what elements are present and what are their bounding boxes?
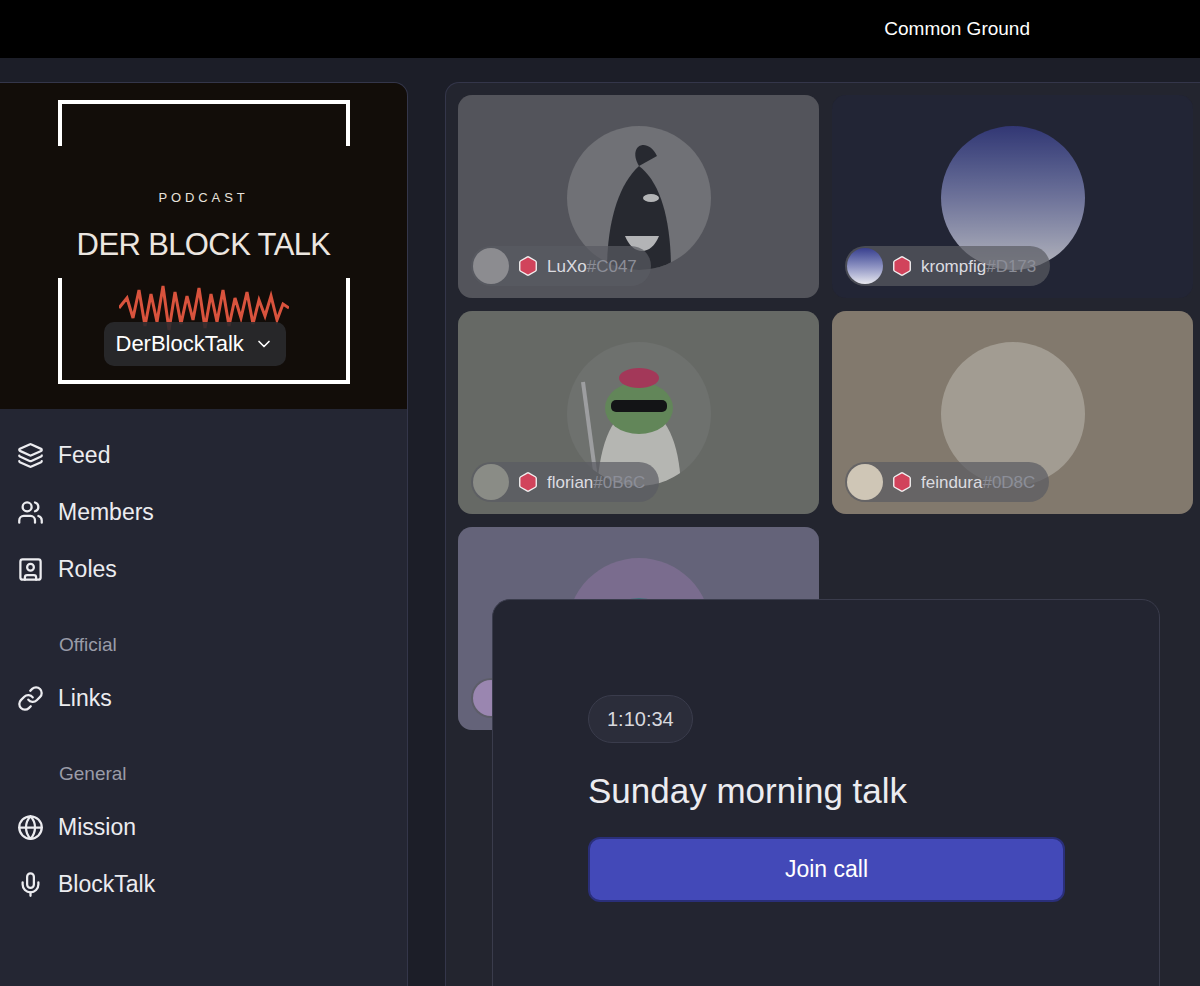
sidebar-nav: FeedMembersRoles OfficialLinks GeneralMiss… [0, 409, 407, 913]
sidebar-item[interactable]: Links [0, 670, 407, 727]
participant-name: LuXo#C047 [547, 258, 637, 275]
app: Common Ground PODCAST DER BLOCK TALK DerBlo… [0, 0, 1200, 986]
role-badge-icon [891, 471, 913, 493]
participant-tile[interactable]: florian#0B6C [458, 311, 819, 514]
participant-tag: #C047 [587, 257, 637, 276]
participant-name-pill: florian#0B6C [471, 462, 659, 502]
sidebar-item-icon [17, 871, 44, 898]
participant-small-avatar [473, 248, 509, 284]
call-dialog: 1:10:34 Sunday morning talk Join call [492, 599, 1160, 986]
community-banner: PODCAST DER BLOCK TALK DerBlockTalk [0, 83, 407, 409]
role-badge-icon [891, 255, 913, 277]
banner-kicker: PODCAST [158, 188, 248, 208]
participant-name-pill: feindura#0D8C [845, 462, 1049, 502]
sidebar-item[interactable]: Roles [0, 541, 407, 598]
app-title: Common Ground [884, 15, 1030, 44]
participant-tile[interactable]: feindura#0D8C [832, 311, 1193, 514]
participant-name: florian#0B6C [547, 474, 645, 491]
call-duration: 1:10:34 [588, 695, 693, 743]
sidebar-item-icon [17, 442, 44, 469]
participant-tile[interactable]: krompfig#D173 [832, 95, 1193, 298]
call-title: Sunday morning talk [588, 769, 907, 813]
participant-name: krompfig#D173 [921, 258, 1036, 275]
sidebar-item[interactable]: Mission [0, 799, 407, 856]
community-switcher[interactable]: DerBlockTalk [104, 322, 286, 366]
join-call-button[interactable]: Join call [588, 837, 1065, 902]
sidebar-section: Official [0, 620, 407, 670]
participant-tag: #0D8C [982, 473, 1035, 492]
sidebar-item-icon [17, 814, 44, 841]
chevron-down-icon [254, 334, 274, 354]
sidebar: PODCAST DER BLOCK TALK DerBlockTalk FeedMem… [0, 82, 408, 986]
sidebar-item[interactable]: BlockTalk [0, 856, 407, 913]
participant-tag: #D173 [986, 257, 1036, 276]
sidebar-item[interactable]: Members [0, 484, 407, 541]
sidebar-section: General [0, 749, 407, 799]
participant-tag: #0B6C [593, 473, 645, 492]
sidebar-item-icon [17, 499, 44, 526]
participant-name: feindura#0D8C [921, 474, 1035, 491]
participant-name-pill: krompfig#D173 [845, 246, 1050, 286]
participant-small-avatar [847, 464, 883, 500]
community-name: DerBlockTalk [116, 333, 244, 355]
participant-tile[interactable]: LuXo#C047 [458, 95, 819, 298]
sidebar-item[interactable]: Feed [0, 427, 407, 484]
participant-small-avatar [847, 248, 883, 284]
sidebar-item-icon [17, 556, 44, 583]
participant-name-pill: LuXo#C047 [471, 246, 651, 286]
top-bar: Common Ground [0, 0, 1200, 58]
call-panel: LuXo#C047 krompfig#D173 florian#0B6C feindu… [445, 82, 1200, 986]
sidebar-item-icon [17, 685, 44, 712]
role-badge-icon [517, 471, 539, 493]
participant-small-avatar [473, 464, 509, 500]
role-badge-icon [517, 255, 539, 277]
banner-title: DER BLOCK TALK [77, 222, 331, 269]
